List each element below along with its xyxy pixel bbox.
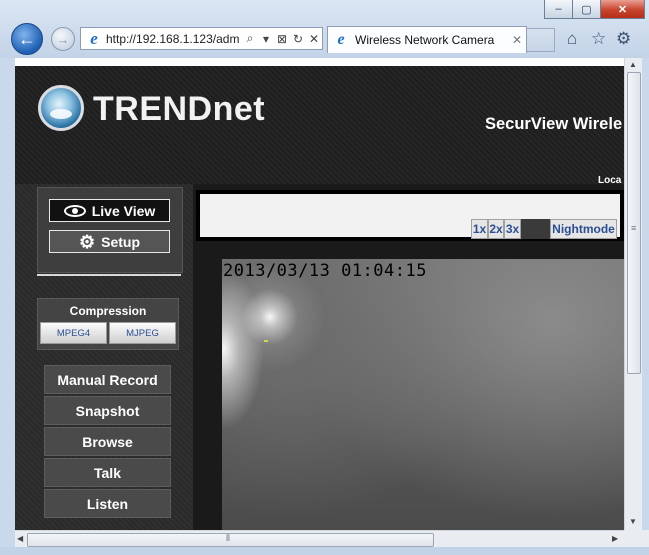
tools-gear-icon[interactable]: ⚙ <box>616 29 631 49</box>
address-url[interactable]: http://192.168.1.123/adm <box>104 32 242 46</box>
scroll-up-icon[interactable]: ▲ <box>629 60 637 69</box>
stop-icon[interactable]: ✕ <box>306 32 322 46</box>
browser-chrome: – ▢ ✕ ← → e http://192.168.1.123/adm ⌕ ▾… <box>0 0 649 58</box>
zoom-1x-button[interactable]: 1x <box>471 219 488 239</box>
window-bottom-edge <box>0 547 649 555</box>
compression-panel: Compression MPEG4 MJPEG <box>37 298 179 350</box>
tab-title: Wireless Network Camera <box>355 33 495 47</box>
forward-button[interactable]: → <box>51 27 75 51</box>
close-window-button[interactable]: ✕ <box>600 0 645 19</box>
scroll-left-icon[interactable]: ◀ <box>17 534 23 543</box>
dropdown-chevron-icon[interactable]: ▾ <box>258 32 274 46</box>
nightmode-button[interactable]: Nightmode <box>550 219 617 239</box>
hgrip-icon: ⦀ <box>226 533 230 543</box>
product-title: SecurView Wirele <box>485 115 623 133</box>
new-tab-button[interactable] <box>527 28 555 52</box>
video-timestamp: 2013/03/13 01:04:15 <box>223 261 427 281</box>
tab-ie-icon: e <box>337 31 345 48</box>
nav-box: Live View ⚙ Setup <box>37 187 183 273</box>
compression-title: Compression <box>69 304 147 318</box>
live-view-label: Live View <box>91 202 156 219</box>
video-artifact <box>264 340 268 342</box>
header-banner: TRENDnet SecurView Wirele Loca <box>15 66 624 186</box>
gear-icon: ⚙ <box>78 231 96 252</box>
search-icon[interactable]: ⌕ <box>242 31 258 46</box>
minimize-button[interactable]: – <box>544 0 573 19</box>
address-bar[interactable]: e http://192.168.1.123/adm ⌕ ▾ ⊠ ↻ ✕ <box>80 27 323 50</box>
setup-button[interactable]: ⚙ Setup <box>49 230 170 253</box>
video-toolbar: 1x 2x 3x Nightmode <box>196 190 624 241</box>
favorites-star-icon[interactable]: ☆ <box>591 29 606 49</box>
trendnet-logo-icon <box>38 85 84 131</box>
listen-button[interactable]: Listen <box>44 489 171 518</box>
browse-button[interactable]: Browse <box>44 427 171 456</box>
live-view-button[interactable]: Live View <box>49 199 170 222</box>
horizontal-scroll-thumb[interactable]: ⦀ <box>27 533 434 547</box>
talk-button[interactable]: Talk <box>44 458 171 487</box>
setup-label: Setup <box>101 233 141 250</box>
window-controls: – ▢ ✕ <box>544 0 645 19</box>
scroll-right-icon[interactable]: ▶ <box>612 534 618 543</box>
page-top-margin <box>15 58 624 66</box>
snapshot-button[interactable]: Snapshot <box>44 396 171 425</box>
back-button[interactable]: ← <box>11 23 43 55</box>
compatibility-view-icon[interactable]: ⊠ <box>274 32 290 46</box>
tab-close-icon[interactable]: ✕ <box>508 33 526 47</box>
browser-tab[interactable]: e Wireless Network Camera ✕ <box>327 26 527 53</box>
page-viewport: TRENDnet SecurView Wirele Loca Live View… <box>15 58 624 530</box>
main-panel: 1x 2x 3x Nightmode 2013/03/13 01:04:15 <box>193 184 624 530</box>
toolbar-spacer <box>521 219 550 239</box>
manual-record-button[interactable]: Manual Record <box>44 365 171 394</box>
vertical-scrollbar[interactable]: ▲ ≡ ▼ <box>624 58 642 530</box>
refresh-icon[interactable]: ↻ <box>290 32 306 46</box>
scroll-down-icon[interactable]: ▼ <box>629 517 637 526</box>
home-icon[interactable]: ⌂ <box>567 29 577 49</box>
ie-page-icon: e <box>90 28 98 48</box>
mjpeg-button[interactable]: MJPEG <box>109 322 176 344</box>
camera-page: TRENDnet SecurView Wirele Loca Live View… <box>15 58 624 530</box>
zoom-3x-button[interactable]: 3x <box>504 219 521 239</box>
vertical-scroll-thumb[interactable]: ≡ <box>627 72 641 374</box>
logo-text: TRENDnet <box>93 90 266 128</box>
eye-icon <box>63 204 86 217</box>
horizontal-scrollbar[interactable]: ◀ ⦀ ▶ <box>15 530 624 548</box>
grip-icon: ≡ <box>631 223 637 233</box>
live-video-feed[interactable]: 2013/03/13 01:04:15 <box>222 259 624 530</box>
sidebar: Live View ⚙ Setup Compression MPEG4 MJPE… <box>15 184 193 530</box>
divider <box>37 274 181 276</box>
zoom-2x-button[interactable]: 2x <box>488 219 504 239</box>
mpeg4-button[interactable]: MPEG4 <box>40 322 107 344</box>
maximize-button[interactable]: ▢ <box>572 0 601 19</box>
